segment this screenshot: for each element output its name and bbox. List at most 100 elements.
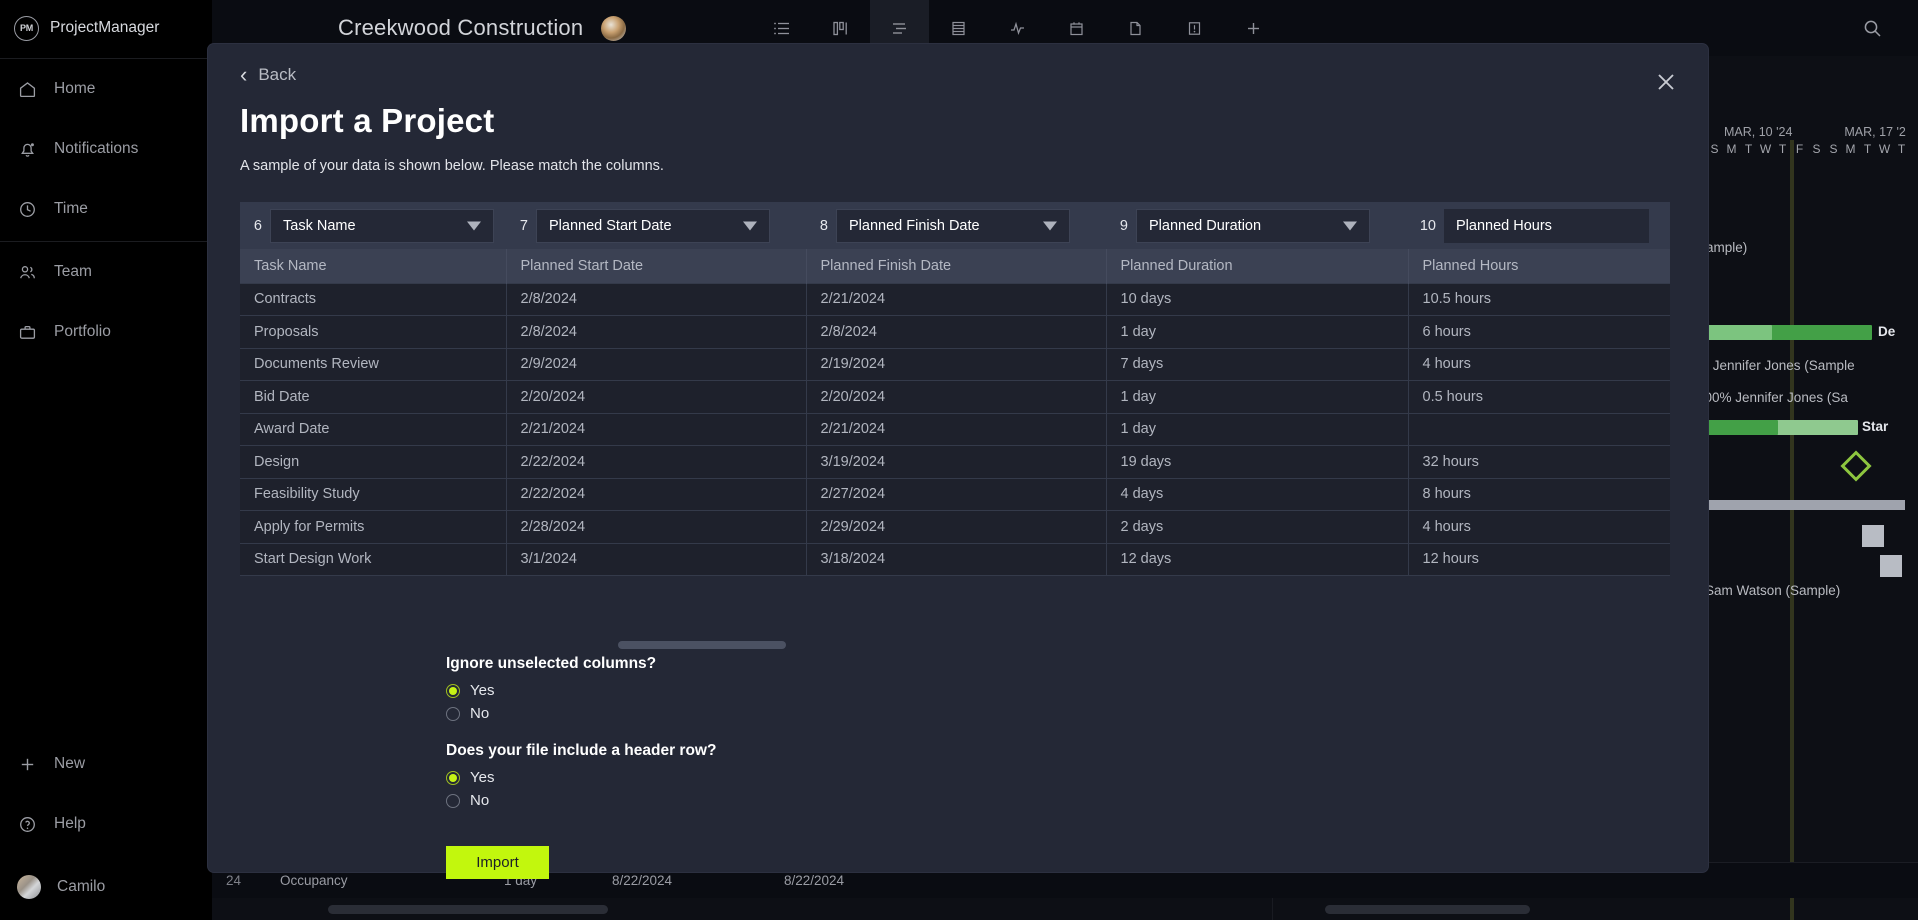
cell-task-name: Apply for Permits <box>240 510 507 544</box>
table-row: Feasibility Study 2/22/2024 2/27/2024 4 … <box>240 478 1670 511</box>
radio-header-no[interactable]: No <box>446 789 716 812</box>
bell-icon <box>17 139 38 160</box>
cell-start-date: 2/22/2024 <box>506 478 807 511</box>
radio-label: Yes <box>470 682 495 699</box>
cell-start-date: 2/22/2024 <box>506 445 807 479</box>
cell-finish-date: 2/21/2024 <box>806 413 1107 446</box>
table-row: Proposals 2/8/2024 2/8/2024 1 day 6 hour… <box>240 315 1670 349</box>
table-row: Design 2/22/2024 3/19/2024 19 days 32 ho… <box>240 445 1670 479</box>
brand-name: ProjectManager <box>50 19 160 36</box>
table-horizontal-scrollbar[interactable] <box>618 641 786 649</box>
logo-icon: PM <box>14 15 39 41</box>
sidebar-item-label: Time <box>54 200 88 217</box>
gantt-summary-bar <box>1700 500 1905 510</box>
cell-hours: 4 hours <box>1408 510 1670 544</box>
home-icon <box>17 79 38 100</box>
table-row: Contracts 2/8/2024 2/21/2024 10 days 10.… <box>240 282 1670 316</box>
cell-duration: 1 day <box>1106 380 1409 414</box>
column-mapping-select-2[interactable]: Planned Finish Date <box>836 208 1070 243</box>
cell-hours: 6 hours <box>1408 315 1670 349</box>
column-mapping-select-3[interactable]: Planned Duration <box>1136 208 1370 243</box>
close-icon[interactable] <box>1646 62 1686 102</box>
question-label: Does your file include a header row? <box>446 742 717 759</box>
cell-finish-date: 3/19/2024 <box>806 445 1107 479</box>
radio-ignore-no[interactable]: No <box>446 702 656 725</box>
chevron-down-icon <box>1043 221 1057 230</box>
cell-hours <box>1408 413 1670 446</box>
column-mapping-cell: 9 Planned Duration <box>1106 202 1408 249</box>
gantt-task-box <box>1880 555 1902 577</box>
column-mapping-value: Planned Duration <box>1149 217 1262 234</box>
column-header: Planned Finish Date <box>806 249 1107 283</box>
gantt-timeline-header: MAR, 10 '24 MAR, 17 '2 S M T W T F S S M… <box>1700 125 1918 156</box>
sidebar-item-label: Portfolio <box>54 323 111 340</box>
column-header: Planned Start Date <box>506 249 807 283</box>
gantt-day: S <box>1829 142 1838 156</box>
column-mapping-select-1[interactable]: Planned Start Date <box>536 208 770 243</box>
column-mapping-select-4[interactable]: Planned Hours <box>1444 208 1649 243</box>
radio-header-yes[interactable]: Yes <box>446 766 716 789</box>
gantt-bar-progress <box>1700 325 1772 340</box>
sidebar-item-portfolio[interactable]: Portfolio <box>0 302 212 362</box>
search-icon[interactable] <box>1848 0 1896 56</box>
table-row: Start Design Work 3/1/2024 3/18/2024 12 … <box>240 543 1670 576</box>
cell-task-name: Documents Review <box>240 348 507 381</box>
table-row: Documents Review 2/9/2024 2/19/2024 7 da… <box>240 348 1670 381</box>
cell-finish-date: 2/21/2024 <box>806 282 1107 316</box>
question-ignore-unselected: Ignore unselected columns? Yes No <box>446 655 656 725</box>
radio-ignore-yes[interactable]: Yes <box>446 679 656 702</box>
data-preview-table: Task Name Planned Start Date Planned Fin… <box>240 249 1670 576</box>
project-avatar[interactable] <box>601 15 627 41</box>
column-mapping-cell: 6 Task Name <box>240 202 506 249</box>
horizontal-scrollbar-right[interactable] <box>1325 905 1530 914</box>
gantt-month-label: MAR, 10 '24 <box>1724 125 1793 139</box>
sidebar-item-notifications[interactable]: Notifications <box>0 119 212 179</box>
gantt-bar-progress <box>1700 420 1778 435</box>
radio-icon <box>446 683 460 698</box>
gantt-today-line <box>1790 140 1794 920</box>
column-mapping-select-0[interactable]: Task Name <box>270 208 494 243</box>
brand[interactable]: PM ProjectManager <box>0 0 212 56</box>
column-mapping-cell: 7 Planned Start Date <box>506 202 806 249</box>
sidebar-item-account[interactable]: Camilo <box>0 854 212 920</box>
cell-duration: 4 days <box>1106 478 1409 511</box>
column-index: 6 <box>253 217 262 234</box>
sidebar-item-team[interactable]: Team <box>0 242 212 302</box>
cell-finish-date: 2/19/2024 <box>806 348 1107 381</box>
sidebar-bottom: New Help Camilo <box>0 734 212 920</box>
cell-task-name: Contracts <box>240 282 507 316</box>
gantt-month-label: MAR, 17 '2 <box>1844 125 1906 139</box>
sidebar-item-home[interactable]: Home <box>0 59 212 119</box>
chevron-left-icon: ‹ <box>240 62 248 87</box>
cell-hours: 32 hours <box>1408 445 1670 479</box>
back-label: Back <box>258 65 297 84</box>
chevron-down-icon <box>743 221 757 230</box>
sidebar-item-help[interactable]: Help <box>0 794 212 854</box>
cell-hours: 0.5 hours <box>1408 380 1670 414</box>
column-index: 9 <box>1119 217 1128 234</box>
cell-task-name: Bid Date <box>240 380 507 414</box>
cell-finish-date: 2/27/2024 <box>806 478 1107 511</box>
cell-duration: 10 days <box>1106 282 1409 316</box>
cell-hours: 10.5 hours <box>1408 282 1670 316</box>
gantt-day: M <box>1726 142 1737 156</box>
sidebar-item-new[interactable]: New <box>0 734 212 794</box>
sidebar-item-label: New <box>54 755 86 772</box>
sidebar-item-time[interactable]: Time <box>0 179 212 239</box>
table-row: Apply for Permits 2/28/2024 2/29/2024 2 … <box>240 510 1670 544</box>
back-button[interactable]: ‹ Back <box>208 44 296 86</box>
radio-label: No <box>470 792 490 809</box>
cell-start-date: 2/28/2024 <box>506 510 807 544</box>
import-button[interactable]: Import <box>446 846 549 879</box>
gantt-day: T <box>1863 142 1872 156</box>
cell-finish-date: 2/20/2024 <box>806 380 1107 414</box>
page-title: Import a Project <box>240 102 495 139</box>
sidebar-item-label: Team <box>54 263 92 280</box>
cell-duration: 19 days <box>1106 445 1409 479</box>
cell-hours: 8 hours <box>1408 478 1670 511</box>
column-index: 7 <box>519 217 528 234</box>
table-header-row: Task Name Planned Start Date Planned Fin… <box>240 249 1670 283</box>
column-index: 8 <box>819 217 828 234</box>
cell-task-name: Award Date <box>240 413 507 446</box>
horizontal-scrollbar-left[interactable] <box>328 905 608 914</box>
